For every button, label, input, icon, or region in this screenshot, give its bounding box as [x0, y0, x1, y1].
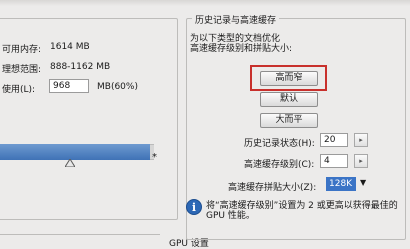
- ideal-range-value: 888-1162 MB: [50, 62, 111, 72]
- chevron-right-icon: ▸: [359, 136, 363, 144]
- gpu-group-border: [0, 234, 160, 235]
- memory-slider-thumb[interactable]: [64, 158, 76, 170]
- available-memory-label: 可用内存:: [2, 45, 42, 55]
- history-cache-group-title: 历史记录与高速缓存: [192, 13, 280, 26]
- default-button[interactable]: 默认: [260, 92, 318, 107]
- memory-use-input[interactable]: 968: [49, 79, 89, 93]
- history-states-input[interactable]: 20: [320, 133, 348, 147]
- chevron-right-icon: ▸: [359, 157, 363, 165]
- tall-and-thin-highlight: [250, 65, 327, 91]
- cache-levels-stepper[interactable]: ▸: [354, 154, 368, 168]
- cache-levels-label: 高速缓存级别(C):: [244, 160, 315, 170]
- slider-thumb-icon: [64, 158, 76, 168]
- slider-max-marker: *: [152, 152, 157, 163]
- big-and-flat-button[interactable]: 大而平: [260, 113, 318, 128]
- memory-slider-track[interactable]: [0, 144, 150, 160]
- info-icon: i: [186, 199, 202, 215]
- history-states-label: 历史记录状态(H):: [244, 139, 315, 149]
- cache-tile-size-label: 高速缓存拼贴大小(Z):: [228, 183, 317, 193]
- history-states-stepper[interactable]: ▸: [354, 133, 368, 147]
- available-memory-value: 1614 MB: [50, 42, 90, 52]
- chevron-down-icon[interactable]: ▼: [360, 178, 366, 187]
- cache-tile-size-select[interactable]: 128K: [326, 177, 356, 191]
- cache-levels-input[interactable]: 4: [320, 154, 348, 168]
- dialog-top-edge: [0, 0, 410, 6]
- ideal-range-label: 理想范围:: [2, 65, 42, 75]
- memory-use-suffix: MB(60%): [97, 82, 138, 92]
- gpu-hint-line2: GPU 性能。: [206, 211, 255, 221]
- memory-use-label: 使用(L):: [2, 85, 36, 95]
- optimize-description-line2: 高速缓存级别和拼贴大小:: [190, 44, 293, 54]
